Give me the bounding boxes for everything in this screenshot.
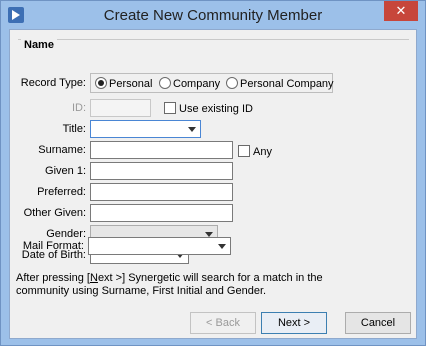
title-combo[interactable] bbox=[90, 120, 201, 138]
record-type-label: Record Type: bbox=[20, 77, 86, 89]
chevron-down-icon bbox=[188, 127, 196, 132]
back-button[interactable]: < Back bbox=[190, 312, 256, 334]
checkbox-box bbox=[238, 145, 250, 157]
radio-indicator bbox=[95, 77, 107, 89]
surname-label: Surname: bbox=[38, 144, 86, 156]
mail-format-combo[interactable] bbox=[88, 237, 231, 255]
any-checkbox[interactable]: Any bbox=[238, 145, 272, 158]
use-existing-id-checkbox[interactable]: Use existing ID bbox=[164, 102, 253, 115]
surname-input[interactable] bbox=[90, 141, 233, 159]
radio-company[interactable]: Company bbox=[159, 77, 220, 91]
record-type-group: Personal Company Personal Company bbox=[90, 73, 334, 93]
next-button[interactable]: Next > bbox=[261, 312, 327, 334]
given1-label: Given 1: bbox=[45, 165, 86, 177]
radio-indicator bbox=[159, 77, 171, 89]
cancel-button[interactable]: Cancel bbox=[345, 312, 411, 334]
close-icon[interactable]: ✕ bbox=[384, 1, 418, 21]
given1-input[interactable] bbox=[90, 162, 233, 180]
info-text: After pressing [Next >] Synergetic will … bbox=[16, 272, 323, 297]
checkbox-box bbox=[164, 102, 176, 114]
title-label: Title: bbox=[62, 123, 86, 135]
other-given-input[interactable] bbox=[90, 204, 233, 222]
id-label: ID: bbox=[71, 102, 86, 114]
gender-label: Gender: bbox=[46, 228, 86, 240]
id-field[interactable] bbox=[90, 99, 151, 117]
next-mnemonic: N bbox=[89, 272, 98, 284]
radio-personal-company[interactable]: Personal Company bbox=[226, 77, 334, 91]
preferred-input[interactable] bbox=[90, 183, 233, 201]
other-given-label: Other Given: bbox=[23, 207, 86, 219]
radio-indicator bbox=[226, 77, 238, 89]
mail-format-label: Mail Format: bbox=[22, 240, 84, 252]
group-label: Name bbox=[21, 39, 57, 51]
title-bar: Create New Community Member ✕ bbox=[1, 1, 425, 29]
radio-personal[interactable]: Personal bbox=[95, 77, 152, 91]
chevron-down-icon bbox=[218, 244, 226, 249]
preferred-label: Preferred: bbox=[37, 186, 86, 198]
window-title: Create New Community Member bbox=[103, 7, 323, 24]
